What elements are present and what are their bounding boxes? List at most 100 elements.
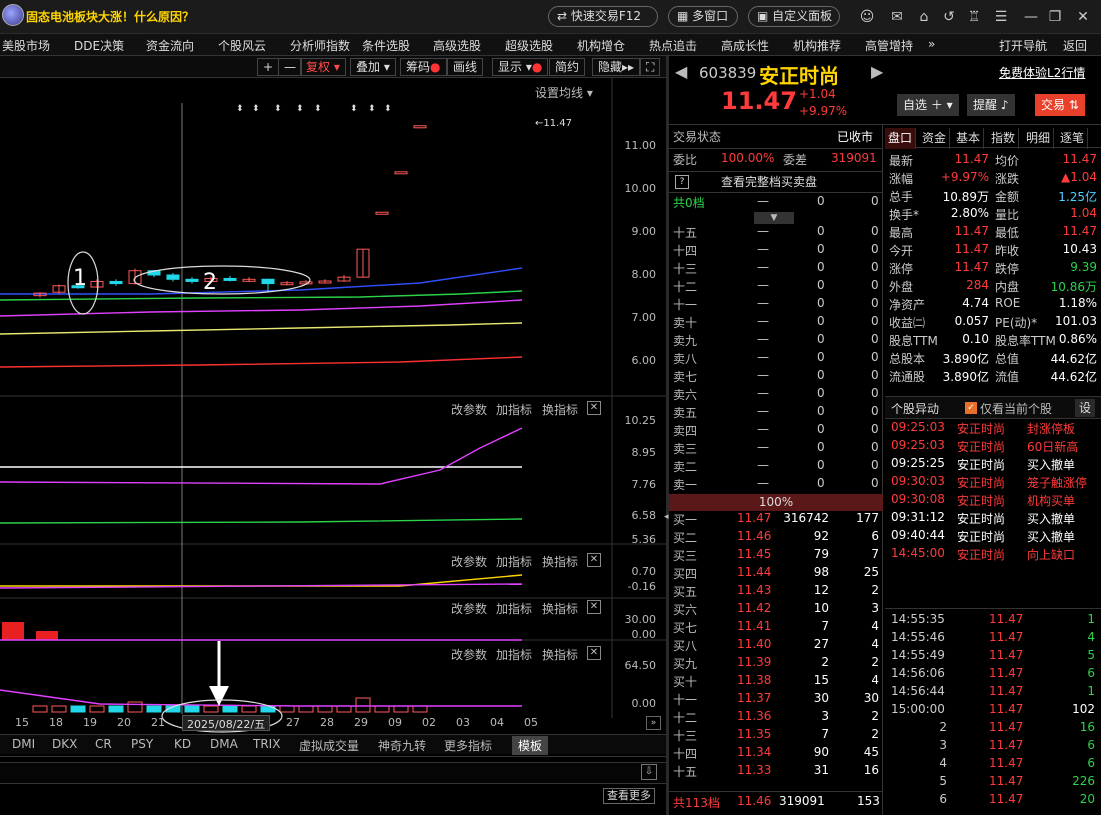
tab-more-indicators[interactable]: 更多指标	[444, 737, 492, 754]
tab-trix[interactable]: TRIX	[253, 737, 280, 751]
tab-funds[interactable]: 资金	[919, 128, 951, 149]
simple-button[interactable]: 简约	[549, 58, 586, 76]
panel4-add-indicator[interactable]: 加指标	[496, 600, 532, 617]
tab-index[interactable]: 指数	[988, 128, 1020, 149]
menu-item-analyst[interactable]: 分析师指数	[290, 37, 350, 54]
prev-stock-icon[interactable]: ◀	[675, 62, 687, 81]
p4-tick: 0.00	[631, 628, 657, 641]
menu-icon[interactable]: ☰	[992, 8, 1010, 26]
panel5-close-icon[interactable]: ✕	[587, 646, 601, 660]
panel4-close-icon[interactable]: ✕	[587, 600, 601, 614]
menu-item-super[interactable]: 超级选股	[505, 37, 553, 54]
view-more-button[interactable]: 查看更多	[603, 788, 655, 804]
tab-psy[interactable]: PSY	[131, 737, 153, 751]
panel2-close-icon[interactable]: ✕	[587, 401, 601, 415]
hide-label: 隐藏	[598, 60, 623, 74]
menu-item-advanced[interactable]: 高级选股	[433, 37, 481, 54]
tab-virtual-volume[interactable]: 虚拟成交量	[299, 737, 359, 754]
panel3-switch-indicator[interactable]: 换指标	[542, 553, 578, 570]
tab-dkx[interactable]: DKX	[52, 737, 77, 751]
watchlist-button[interactable]: 自选 ＋ ▾	[897, 94, 959, 116]
panel2-switch-indicator[interactable]: 换指标	[542, 401, 578, 418]
restore-icon[interactable]: ❐	[1046, 8, 1064, 26]
menu-item-condition[interactable]: 条件选股	[362, 37, 410, 54]
zoom-out-button[interactable]: —	[278, 58, 302, 76]
expand-asks-icon[interactable]: ▼	[754, 212, 794, 224]
fullscreen-icon[interactable]: ⛶	[640, 58, 661, 76]
panel2-change-params[interactable]: 改参数	[451, 401, 487, 418]
panel4-change-params[interactable]: 改参数	[451, 600, 487, 617]
back-icon[interactable]: ↺	[940, 8, 958, 26]
menu-item-nav[interactable]: 打开导航	[999, 37, 1047, 54]
ask-level-name: 十一	[673, 298, 698, 312]
menu-more-icon[interactable]: »	[928, 37, 935, 51]
panel5-add-indicator[interactable]: 加指标	[496, 646, 532, 663]
menu-item-dde[interactable]: DDE决策	[74, 37, 124, 54]
alert-button[interactable]: 提醒 ♪	[967, 94, 1015, 116]
panel5-switch-indicator[interactable]: 换指标	[542, 646, 578, 663]
only-current-checkbox[interactable]: ✓	[965, 402, 977, 414]
scroll-right-icon[interactable]: »	[646, 716, 661, 730]
menu-item-back[interactable]: 返回	[1063, 37, 1087, 54]
tab-pankou[interactable]: 盘口	[885, 128, 917, 149]
tab-kd[interactable]: KD	[174, 737, 191, 751]
panel3-change-params[interactable]: 改参数	[451, 553, 487, 570]
user-icon[interactable]: ☺	[858, 8, 876, 26]
next-stock-icon[interactable]: ▶	[871, 62, 883, 81]
full-book-link[interactable]: 查看完整档买卖盘	[721, 173, 817, 191]
hide-button[interactable]: 隐藏▸▸	[592, 58, 641, 76]
tab-detail[interactable]: 明细	[1023, 128, 1055, 149]
bid-level-count: 3	[871, 601, 879, 615]
custom-panel-button[interactable]: ▣ 自定义面板	[748, 6, 840, 27]
menu-item-hotspot[interactable]: 热点追击	[649, 37, 697, 54]
anomaly-setting-button[interactable]: 设	[1075, 399, 1095, 417]
tab-dmi[interactable]: DMI	[12, 737, 35, 751]
overlay-button[interactable]: 叠加 ▾	[350, 58, 396, 76]
trade-button[interactable]: 交易 ⇅	[1035, 94, 1085, 116]
zoom-in-button[interactable]: +	[257, 58, 280, 76]
candle-body	[413, 125, 427, 129]
tab-basic[interactable]: 基本	[953, 128, 985, 149]
skin-icon[interactable]: ♖	[965, 8, 983, 26]
download-icon[interactable]: ⇩	[641, 764, 657, 780]
panel3-add-indicator[interactable]: 加指标	[496, 553, 532, 570]
fuquan-button[interactable]: 复权 ▾	[300, 58, 346, 76]
tab-dma[interactable]: DMA	[210, 737, 238, 751]
panel3-close-icon[interactable]: ✕	[587, 553, 601, 567]
menu-item-inst-rec[interactable]: 机构推荐	[793, 37, 841, 54]
menu-item-fund-flow[interactable]: 资金流向	[146, 37, 194, 54]
tab-cr[interactable]: CR	[95, 737, 112, 751]
news-headline[interactable]: 固态电池板块大涨！什么原因？	[26, 8, 194, 25]
ask-level-count: 0	[871, 404, 879, 418]
ask-level-vol: 0	[817, 242, 825, 256]
tab-magic-nine[interactable]: 神奇九转	[378, 737, 426, 754]
info-value: 1.04	[1070, 206, 1097, 220]
tab-template[interactable]: 模板	[512, 736, 549, 755]
annotation-ellipse-2	[133, 265, 311, 295]
quick-trade-button[interactable]: ⇄ 快速交易F12	[548, 6, 658, 27]
close-icon[interactable]: ✕	[1074, 8, 1092, 26]
menu-item-exec[interactable]: 高管增持	[865, 37, 913, 54]
menu-item-growth[interactable]: 高成长性	[721, 37, 769, 54]
ma-setting-link[interactable]: 设置均线 ▾	[535, 84, 593, 101]
tab-tick[interactable]: 逐笔	[1057, 128, 1089, 149]
menu-item-us-market[interactable]: 美股市场	[2, 37, 50, 54]
chips-button[interactable]: 筹码●	[400, 58, 447, 76]
l2-trial-link[interactable]: 免费体验L2行情	[999, 64, 1085, 81]
panel2-add-indicator[interactable]: 加指标	[496, 401, 532, 418]
menu-item-inst-add[interactable]: 机构增仓	[577, 37, 625, 54]
help-icon[interactable]: ?	[675, 175, 689, 189]
bid-level-price: 11.33	[737, 763, 772, 777]
display-button[interactable]: 显示 ▾●	[492, 58, 549, 76]
menu-item-stock-wind[interactable]: 个股风云	[218, 37, 266, 54]
panel4-switch-indicator[interactable]: 换指标	[542, 600, 578, 617]
ask-level-name: 十三	[673, 262, 698, 276]
panel5-change-params[interactable]: 改参数	[451, 646, 487, 663]
info-label: 今开	[889, 244, 914, 258]
mail-icon[interactable]: ✉	[888, 8, 906, 26]
minimize-icon[interactable]: —	[1022, 8, 1040, 26]
home-icon[interactable]: ⌂	[915, 8, 933, 26]
multi-window-button[interactable]: ▦ 多窗口	[668, 6, 738, 27]
volume-bar	[184, 705, 200, 713]
draw-line-button[interactable]: 画线	[447, 58, 484, 76]
